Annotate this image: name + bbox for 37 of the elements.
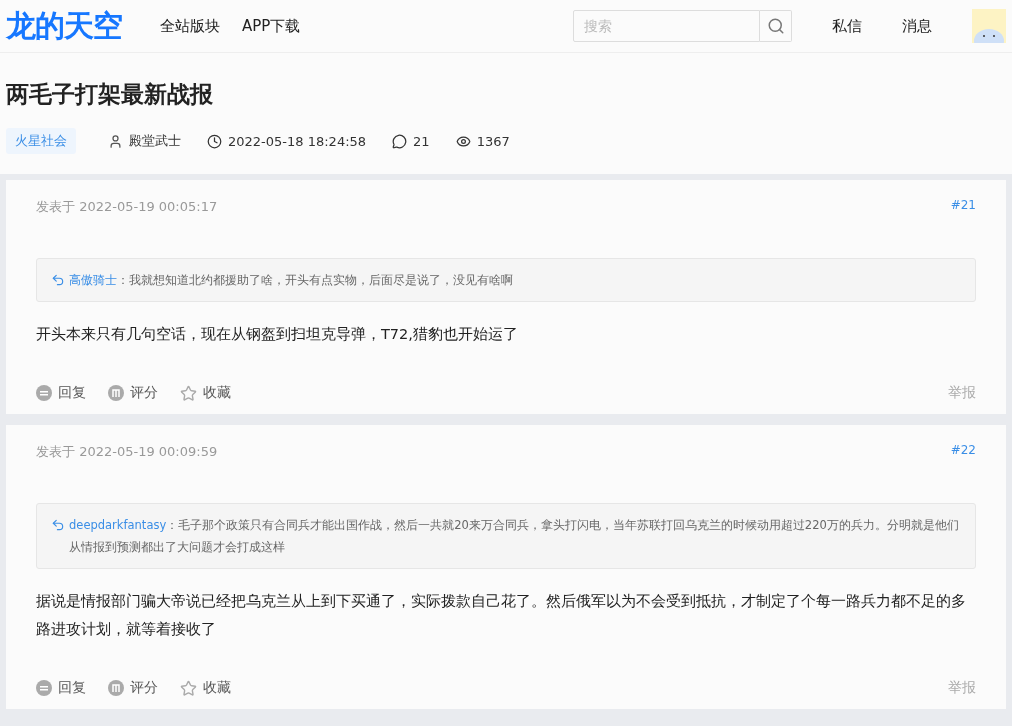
search-button[interactable] [760,10,792,42]
nav-link[interactable]: APP下载 [242,16,301,36]
action-button[interactable]: 收藏 [180,679,231,697]
user-icon [108,133,123,149]
thread-title: 两毛子打架最新战报 [6,80,214,109]
comment-icon [36,385,52,401]
view-count: 1367 [476,133,510,149]
post-date: 发表于 2022-05-19 00:05:17 [36,198,218,216]
search-field[interactable]: 搜索 [573,10,760,42]
action-button[interactable]: 回复 [36,679,86,697]
header-link[interactable]: 私信 [832,16,862,36]
search-icon [766,17,785,35]
comment-icon [392,133,408,149]
post-time: 2022-05-18 18:24:58 [228,133,367,149]
star-icon [180,679,197,697]
clock-icon [207,133,222,149]
eye-icon [455,133,471,149]
post-content: 开头本来只有几句空话，现在从钢盔到扫坦克导弹，T72,猎豹也开始运了 [36,325,519,344]
quote-text: 高傲骑士：我就想知道北约都援助了啥，开头有点实物，后面尽是说了，没见有啥啊 [69,272,513,289]
post-content: 据说是情报部门骗大帝说已经把乌克兰从上到下买通了，实际拨款自己花了。然后俄军以为不会受到抵抗，才制定了个每一路兵力都不足的多路进攻计划，就等着接收了 [36,592,967,639]
action-button[interactable]: 评分 [108,384,158,402]
author-name: 殿堂武士 [129,132,181,150]
reply-count: 21 [413,133,430,149]
action-button[interactable]: 评分 [108,679,158,697]
site-logo[interactable]: 龙的天空 [6,5,122,47]
reply-arrow-icon [51,273,65,287]
comment-icon [36,680,52,696]
action-button[interactable]: 回复 [36,384,86,402]
star-icon [180,384,197,402]
header-link[interactable]: 消息 [902,16,932,36]
nav-link[interactable]: 全站版块 [160,16,220,36]
rate-icon [108,385,124,401]
reply-arrow-icon [51,518,65,532]
post-date: 发表于 2022-05-19 00:09:59 [36,443,218,461]
quote-text: deepdarkfantasy：毛子那个政策只有合同兵才能出国作战，然后一共就20来万合同兵，拿头打闪电，当年苏联打回乌克兰的时候动用超过220万的兵力。分明就是他们从情报到预测都出了大问题才会打成这样 [69,517,960,556]
rate-icon [108,680,124,696]
action-button[interactable]: 收藏 [180,384,231,402]
